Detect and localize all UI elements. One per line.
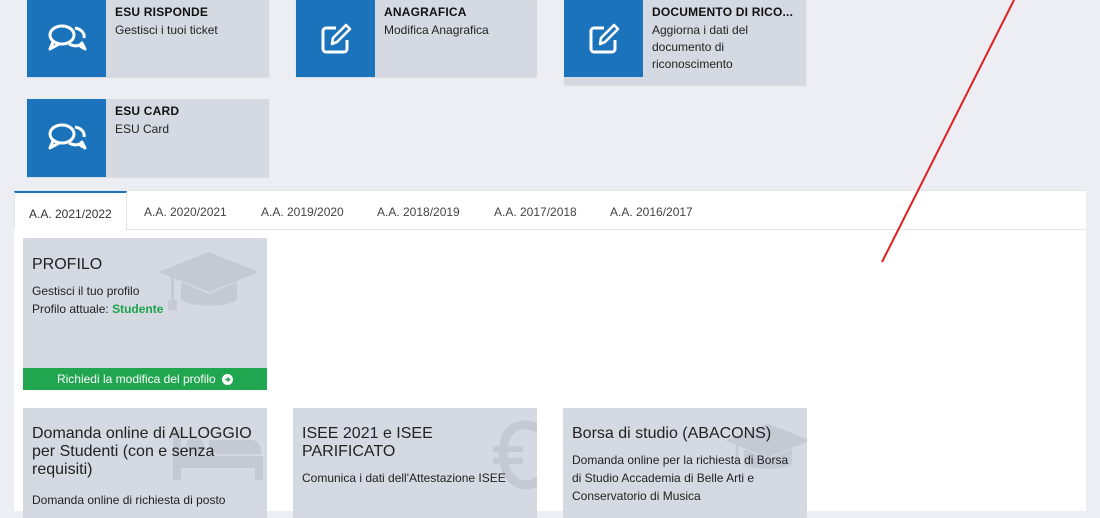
tile-desc: ESU Card xyxy=(115,122,170,136)
tab-2018-2019[interactable]: A.A. 2018/2019 xyxy=(363,191,474,229)
profile-current-label: Profilo attuale: xyxy=(32,302,109,316)
request-profile-change-button[interactable]: Richiedi la modifica del profilo xyxy=(23,368,267,390)
card-isee[interactable]: ISEE 2021 e ISEE PARIFICATO Comunica i d… xyxy=(293,408,537,518)
profile-current-value: Studente xyxy=(112,302,164,316)
card-title: Borsa di studio (ABACONS) xyxy=(572,425,772,442)
arrow-circle-right-icon xyxy=(222,370,234,390)
edit-icon xyxy=(296,0,375,77)
card-title: ISEE 2021 e ISEE PARIFICATO xyxy=(302,425,433,460)
tile-documento[interactable]: DOCUMENTO DI RICO... Aggiorna i dati del… xyxy=(564,0,806,85)
tile-esu-risponde[interactable]: ESU RISPONDE Gestisci i tuoi ticket xyxy=(27,0,269,77)
card-title: Domanda online di ALLOGGIO per Studenti … xyxy=(32,425,252,478)
card-borsa-studio[interactable]: Borsa di studio (ABACONS) Domanda online… xyxy=(563,408,807,518)
tile-title: ESU CARD xyxy=(115,104,180,118)
profile-card: PROFILO Gestisci il tuo profilo Profilo … xyxy=(23,238,267,390)
tile-desc: Aggiorna i dati del documento di riconos… xyxy=(652,23,749,71)
profile-line1: Gestisci il tuo profilo xyxy=(32,284,140,298)
chat-bubbles-icon xyxy=(27,0,106,77)
tab-2020-2021[interactable]: A.A. 2020/2021 xyxy=(130,191,241,229)
tile-title: ESU RISPONDE xyxy=(115,5,209,19)
year-tabs-panel: A.A. 2021/2022 A.A. 2020/2021 A.A. 2019/… xyxy=(14,190,1086,518)
tab-2017-2018[interactable]: A.A. 2017/2018 xyxy=(480,191,591,229)
tab-2019-2020[interactable]: A.A. 2019/2020 xyxy=(247,191,358,229)
tile-title: ANAGRAFICA xyxy=(384,5,467,19)
tab-bar: A.A. 2021/2022 A.A. 2020/2021 A.A. 2019/… xyxy=(14,191,1086,230)
tile-desc: Modifica Anagrafica xyxy=(384,23,489,37)
edit-icon xyxy=(564,0,643,77)
tab-2016-2017[interactable]: A.A. 2016/2017 xyxy=(596,191,707,229)
profile-current: Profilo attuale: Studente xyxy=(32,300,163,318)
card-desc: Domanda online di richiesta di posto xyxy=(32,493,226,507)
tab-2021-2022[interactable]: A.A. 2021/2022 xyxy=(14,191,127,230)
tile-esu-card[interactable]: ESU CARD ESU Card xyxy=(27,99,269,177)
tile-anagrafica[interactable]: ANAGRAFICA Modifica Anagrafica xyxy=(296,0,537,77)
tile-title: DOCUMENTO DI RICO... xyxy=(652,5,794,19)
chat-bubbles-icon xyxy=(27,99,106,177)
card-desc: Comunica i dati dell'Attestazione ISEE xyxy=(302,471,506,485)
graduation-cap-icon xyxy=(159,252,259,310)
profile-title: PROFILO xyxy=(32,256,103,273)
request-profile-change-label: Richiedi la modifica del profilo xyxy=(56,372,216,386)
card-alloggio[interactable]: Domanda online di ALLOGGIO per Studenti … xyxy=(23,408,267,518)
tile-desc: Gestisci i tuoi ticket xyxy=(115,23,218,37)
card-desc: Domanda online per la richiesta di Borsa… xyxy=(572,453,789,503)
